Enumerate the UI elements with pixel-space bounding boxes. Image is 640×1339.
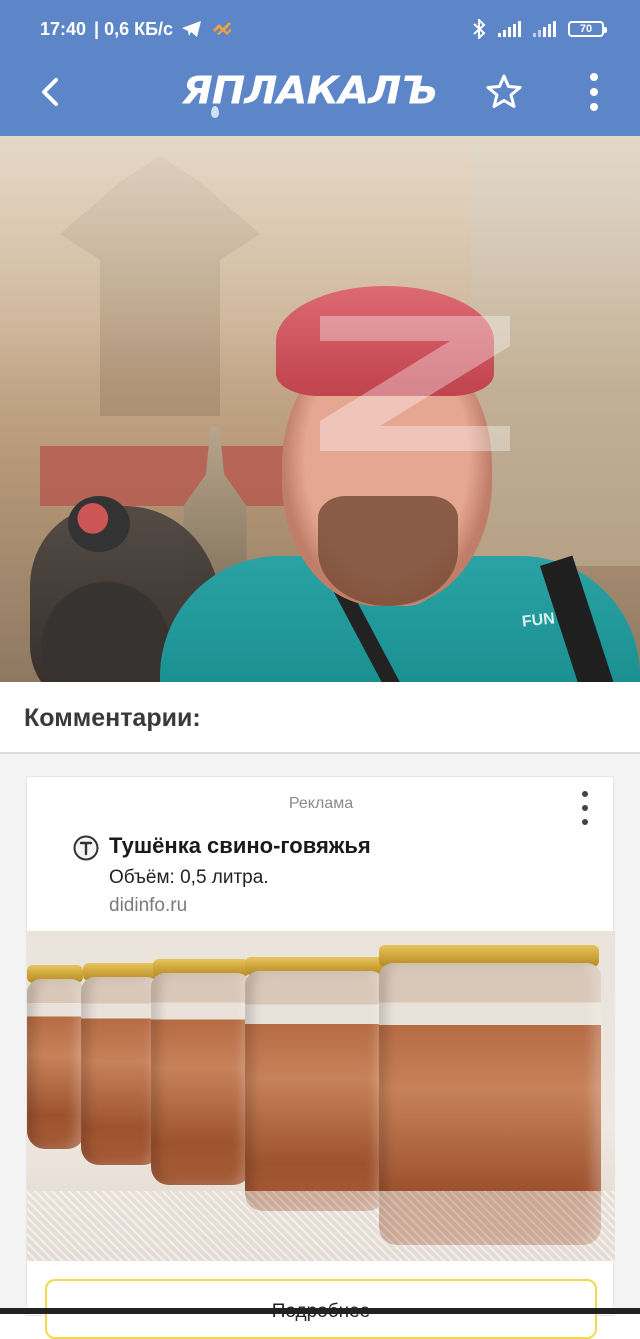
status-right: 70 xyxy=(472,19,607,39)
star-icon xyxy=(486,74,522,108)
jar xyxy=(81,977,161,1165)
app-notification-icon xyxy=(213,22,232,35)
ad-label: Реклама xyxy=(288,795,354,812)
temple-shape xyxy=(60,156,260,416)
advertiser-logo-icon xyxy=(73,835,99,861)
jar xyxy=(27,979,85,1149)
z-watermark-icon xyxy=(320,316,510,451)
brick-wall-shape xyxy=(40,446,310,506)
menu-dot-icon xyxy=(582,819,588,825)
bluetooth-icon xyxy=(473,19,486,39)
signal-strength-2-icon xyxy=(533,21,556,37)
back-button[interactable] xyxy=(30,72,70,112)
ad-image[interactable] xyxy=(27,931,615,1261)
app-bar: ЯПЛАКАЛЪ xyxy=(0,58,640,136)
menu-dot-icon xyxy=(590,88,598,96)
overflow-menu-button[interactable] xyxy=(578,72,610,112)
menu-dot-icon xyxy=(582,805,588,811)
tablecloth xyxy=(27,1191,615,1261)
comments-title: Комментарии: xyxy=(24,704,201,732)
comments-header: Комментарии: xyxy=(0,682,640,754)
menu-dot-icon xyxy=(590,73,598,81)
status-network-speed: | 0,6 КБ/с xyxy=(94,18,174,39)
logo-drop-icon xyxy=(211,106,219,118)
ad-card[interactable]: Реклама Тушёнка свино-говяжья Объём: 0,5… xyxy=(26,776,615,1339)
person-beard xyxy=(318,496,458,606)
shirt-print: FUN xyxy=(521,610,556,631)
signal-strength-icon xyxy=(498,21,521,37)
helmet-shape xyxy=(68,496,130,552)
jar xyxy=(245,971,385,1211)
post-image[interactable]: FUN xyxy=(0,136,640,682)
site-logo[interactable]: ЯПЛАКАЛЪ xyxy=(182,69,462,117)
battery-level: 70 xyxy=(579,23,593,35)
jar xyxy=(151,973,251,1185)
status-left: 17:40 | 0,6 КБ/с xyxy=(40,19,233,40)
ad-title[interactable]: Тушёнка свино-говяжья xyxy=(109,833,371,859)
menu-dot-icon xyxy=(582,791,588,797)
ad-domain[interactable]: didinfo.ru xyxy=(109,895,187,917)
favorite-button[interactable] xyxy=(484,72,524,112)
telegram-icon xyxy=(182,21,202,37)
logo-text: ЯПЛАКАЛЪ xyxy=(182,69,438,113)
menu-dot-icon xyxy=(590,103,598,111)
bottom-edge xyxy=(0,1308,640,1314)
ad-description: Объём: 0,5 литра. xyxy=(109,867,269,888)
chevron-left-icon xyxy=(42,78,58,106)
status-bar: 17:40 | 0,6 КБ/с 70 xyxy=(0,0,640,58)
status-time: 17:40 xyxy=(40,18,87,39)
ad-options-button[interactable] xyxy=(577,791,593,825)
battery-icon: 70 xyxy=(568,21,607,37)
